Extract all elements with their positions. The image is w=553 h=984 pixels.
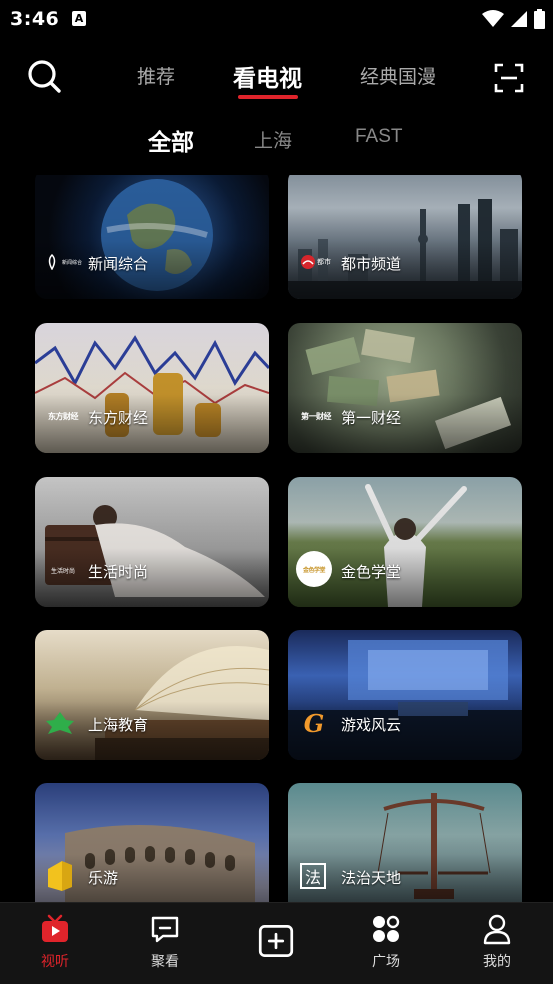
tab-mine[interactable]: 我的 bbox=[442, 903, 552, 984]
channel-grid: 新闻综合 新闻综合 都市 都市频道 东方财经 东方财经 第一财经 第一财经 生活… bbox=[0, 175, 553, 902]
law-channel-logo: 法 bbox=[296, 859, 330, 893]
tab-label: 视听 bbox=[41, 954, 69, 970]
search-icon[interactable] bbox=[26, 58, 62, 94]
filter-tab-shanghai[interactable]: 上海 bbox=[254, 126, 292, 153]
channel-card[interactable]: 法 法治天地 bbox=[288, 783, 522, 902]
tab-plaza[interactable]: 广场 bbox=[331, 903, 441, 984]
channel-name: 乐游 bbox=[88, 869, 119, 887]
channel-name: 游戏风云 bbox=[341, 716, 402, 734]
top-navigation: 推荐 看电视 经典国漫 bbox=[0, 50, 553, 104]
filter-tab-fast[interactable]: FAST bbox=[355, 126, 403, 148]
lifestyle-logo: 生活时尚 bbox=[50, 567, 75, 575]
yicai-logo: 第一财经 bbox=[301, 411, 332, 421]
active-tab-indicator bbox=[238, 95, 298, 99]
tv-icon bbox=[42, 914, 68, 942]
status-bar: 3:46 A bbox=[0, 0, 553, 40]
tab-watch-together[interactable]: 聚看 bbox=[110, 903, 220, 984]
channel-name: 新闻综合 bbox=[88, 255, 149, 273]
tab-classic-anime[interactable]: 经典国漫 bbox=[360, 62, 436, 89]
channel-card[interactable]: 乐游 bbox=[35, 783, 269, 902]
wifi-icon bbox=[482, 10, 504, 27]
chat-icon bbox=[151, 916, 179, 943]
status-icons bbox=[482, 9, 545, 29]
channel-card[interactable]: 都市 都市频道 bbox=[288, 175, 522, 299]
tab-label: 广场 bbox=[372, 954, 400, 970]
add-icon bbox=[258, 925, 294, 957]
channel-name: 第一财经 bbox=[341, 409, 402, 427]
channel-card[interactable]: 第一财经 第一财经 bbox=[288, 323, 522, 453]
channel-card[interactable]: 金色学堂 金色学堂 bbox=[288, 477, 522, 607]
plaza-icon bbox=[373, 915, 400, 942]
shanghai-education-logo bbox=[43, 706, 77, 740]
metro-channel-logo: 都市 bbox=[296, 245, 336, 279]
battery-icon bbox=[534, 9, 545, 29]
filter-tabs: 全部 上海 FAST bbox=[0, 118, 553, 158]
channel-card[interactable]: 上海教育 bbox=[35, 630, 269, 760]
channel-name: 都市频道 bbox=[341, 255, 402, 273]
channel-card[interactable]: 东方财经 东方财经 bbox=[35, 323, 269, 453]
travel-channel-logo bbox=[43, 859, 77, 893]
channel-name: 金色学堂 bbox=[341, 563, 402, 581]
channel-name: 上海教育 bbox=[88, 716, 149, 734]
oriental-finance-logo: 东方财经 bbox=[48, 411, 79, 421]
golden-school-logo: 金色学堂 bbox=[296, 551, 332, 587]
channel-card[interactable]: G 游戏风云 bbox=[288, 630, 522, 760]
signal-icon bbox=[511, 11, 527, 27]
tab-create[interactable] bbox=[221, 903, 331, 984]
tab-recommend[interactable]: 推荐 bbox=[137, 62, 175, 89]
channel-card[interactable]: 新闻综合 新闻综合 bbox=[35, 175, 269, 299]
news-channel-logo: 新闻综合 bbox=[43, 245, 83, 279]
tab-audiovisual[interactable]: 视听 bbox=[0, 903, 110, 984]
profile-icon bbox=[483, 914, 511, 945]
tab-watch-tv[interactable]: 看电视 bbox=[233, 59, 302, 93]
tab-label: 聚看 bbox=[151, 954, 179, 970]
status-time: 3:46 bbox=[10, 8, 60, 30]
scan-icon[interactable] bbox=[494, 63, 524, 93]
game-channel-logo: G bbox=[303, 708, 325, 738]
channel-name: 法治天地 bbox=[341, 869, 402, 887]
channel-card[interactable]: 生活时尚 生活时尚 bbox=[35, 477, 269, 607]
channel-name: 生活时尚 bbox=[88, 563, 149, 581]
filter-tab-all[interactable]: 全部 bbox=[148, 123, 194, 157]
tab-label: 我的 bbox=[483, 954, 511, 970]
bottom-tab-bar: 视听 聚看 广场 我的 bbox=[0, 902, 553, 984]
channel-name: 东方财经 bbox=[88, 409, 149, 427]
notification-icon: A bbox=[72, 11, 86, 26]
